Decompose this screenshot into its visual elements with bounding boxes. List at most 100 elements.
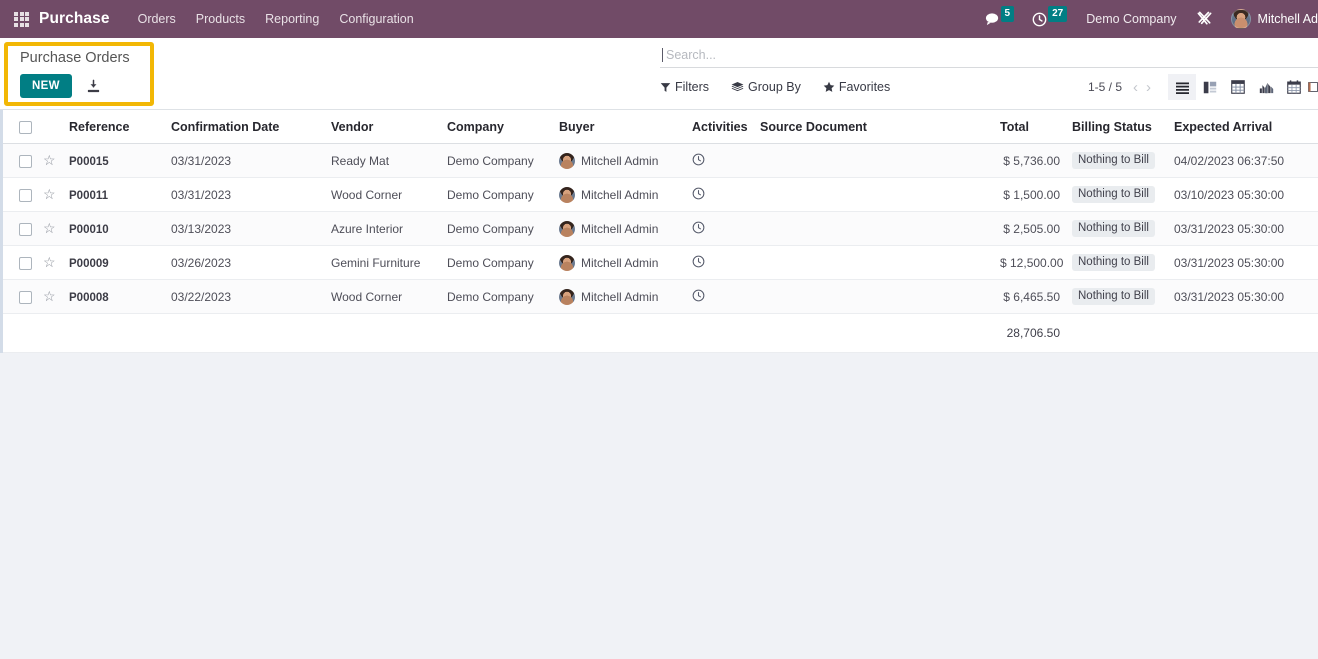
purchase-orders-table: Reference Confirmation Date Vendor Compa… [3,110,1318,354]
table-footer-row: 28,706.50 [3,313,1318,354]
list-view-button[interactable] [1168,74,1196,100]
clock-icon[interactable] [692,289,705,305]
menu-orders[interactable]: Orders [128,8,186,30]
avatar [559,220,575,237]
cell-company: Demo Company [441,143,553,179]
graph-chart-icon [1259,82,1273,93]
control-panel-right: Filters Group By Favorites 1-5 / 5 ‹ [660,38,1318,109]
column-header-vendor[interactable]: Vendor [325,110,441,145]
table-header-row: Reference Confirmation Date Vendor Compa… [3,110,1318,145]
filters-label: Filters [675,80,710,94]
groupby-dropdown[interactable]: Group By [731,80,801,94]
cell-activities[interactable] [686,211,754,247]
star-icon[interactable]: ☆ [43,186,56,202]
cell-activities[interactable] [686,143,754,179]
table-header: Reference Confirmation Date Vendor Compa… [3,110,1318,145]
star-icon[interactable]: ☆ [43,220,56,236]
cell-reference[interactable]: P00011 [63,177,165,213]
top-navbar: Purchase Orders Products Reporting Confi… [0,0,1318,38]
total-sum-cell: 28,706.50 [994,313,1066,354]
cell-source-document [754,211,994,247]
clock-icon[interactable] [692,221,705,237]
developer-tools-menu[interactable] [1187,0,1222,38]
import-records-button[interactable] [86,79,101,94]
clock-icon[interactable] [692,187,705,203]
avatar [559,186,575,203]
favorites-dropdown[interactable]: Favorites [823,80,890,94]
column-header-billing-status[interactable]: Billing Status [1066,110,1168,145]
row-checkbox[interactable] [19,256,32,270]
buyer-name: Mitchell Admin [581,153,659,168]
cell-vendor: Azure Interior [325,211,441,247]
cell-confirmation-date: 03/26/2023 [165,245,325,281]
column-header-reference[interactable]: Reference [63,110,165,145]
reference-value: P00008 [69,291,109,304]
pager-previous-button[interactable]: ‹ [1130,80,1141,95]
table-row[interactable]: ☆ P00010 03/13/2023 Azure Interior Demo Comp… [3,211,1318,247]
column-header-company[interactable]: Company [441,110,553,145]
column-header-confirmation-date[interactable]: Confirmation Date [165,110,325,145]
row-checkbox[interactable] [19,188,32,202]
activities-menu[interactable]: 27 [1023,0,1076,38]
star-icon[interactable]: ☆ [43,288,56,304]
app-brand-purchase[interactable]: Purchase [39,10,110,28]
row-select-cell [3,177,37,213]
graph-view-button[interactable] [1252,74,1280,100]
messages-count-badge: 5 [1000,6,1015,22]
cell-reference[interactable]: P00009 [63,245,165,281]
column-header-activities[interactable]: Activities [686,110,754,145]
pager-next-button[interactable]: › [1143,80,1154,95]
breadcrumb[interactable]: Purchase Orders [20,50,660,66]
apps-grid-icon[interactable] [14,11,29,27]
column-header-buyer[interactable]: Buyer [553,110,686,145]
clock-icon [1032,12,1047,26]
column-header-total[interactable]: Total [994,110,1066,145]
table-row[interactable]: ☆ P00009 03/26/2023 Gemini Furniture Demo Co… [3,245,1318,281]
pager-count: 1-5 / 5 [1087,80,1122,94]
buyer-name: Mitchell Admin [581,289,659,304]
star-icon[interactable]: ☆ [43,152,56,168]
cell-reference[interactable]: P00015 [63,143,165,179]
column-header-source-document[interactable]: Source Document [754,110,994,145]
cell-reference[interactable]: P00008 [63,279,165,315]
search-input[interactable] [662,47,1318,62]
cell-activities[interactable] [686,279,754,315]
clock-icon[interactable] [692,255,705,271]
star-icon[interactable]: ☆ [43,254,56,270]
calendar-view-button[interactable] [1280,74,1308,100]
new-button[interactable]: NEW [20,74,72,98]
table-row[interactable]: ☆ P00008 03/22/2023 Wood Corner Demo Company… [3,279,1318,315]
kanban-view-button[interactable] [1196,74,1224,100]
cell-source-document [754,245,994,281]
clock-icon[interactable] [692,153,705,169]
activity-view-button[interactable] [1308,74,1318,100]
cell-reference[interactable]: P00010 [63,211,165,247]
cell-activities[interactable] [686,177,754,213]
buyer-name: Mitchell Admin [581,187,659,202]
row-checkbox[interactable] [19,222,32,236]
select-all-checkbox[interactable] [19,121,32,135]
table-row[interactable]: ☆ P00011 03/31/2023 Wood Corner Demo Company… [3,177,1318,213]
row-checkbox[interactable] [19,290,32,304]
search-bar[interactable] [660,42,1318,68]
calendar-icon [1287,80,1301,94]
menu-products[interactable]: Products [186,8,255,30]
cell-activities[interactable] [686,245,754,281]
user-menu[interactable]: Mitchell Ad [1222,0,1318,38]
reference-value: P00015 [69,155,109,168]
table-row[interactable]: ☆ P00015 03/31/2023 Ready Mat Demo Company Mi… [3,143,1318,179]
messages-menu[interactable]: 5 [976,0,1024,38]
row-checkbox[interactable] [19,154,32,168]
filters-dropdown[interactable]: Filters [660,80,709,94]
pivot-view-button[interactable] [1224,74,1252,100]
cell-buyer: Mitchell Admin [553,177,686,213]
menu-configuration[interactable]: Configuration [329,8,423,30]
chat-bubble-icon [985,13,998,26]
cell-buyer: Mitchell Admin [553,211,686,247]
company-switcher[interactable]: Demo Company [1076,12,1186,26]
row-select-cell [3,279,37,315]
view-switcher [1168,74,1318,100]
column-header-expected-arrival[interactable]: Expected Arrival [1168,110,1318,145]
menu-reporting[interactable]: Reporting [255,8,329,30]
status-badge: Nothing to Bill [1072,152,1155,170]
